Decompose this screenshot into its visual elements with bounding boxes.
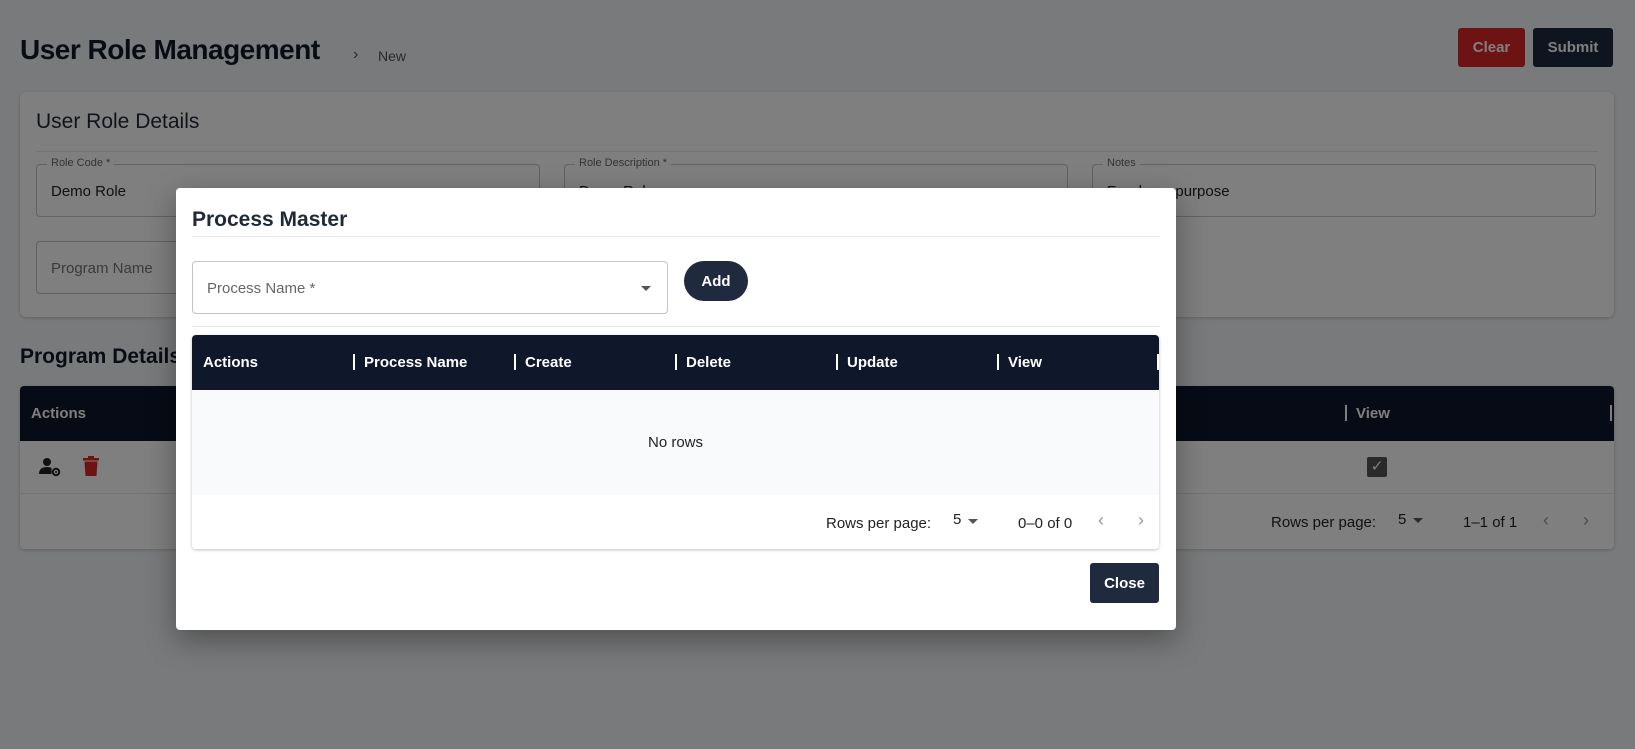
chevron-left-icon[interactable]: ‹	[1098, 510, 1104, 531]
process-name-select[interactable]: Process Name *	[192, 261, 668, 314]
column-separator[interactable]	[514, 354, 516, 370]
dialog-title: Process Master	[192, 208, 348, 231]
empty-state-text: No rows	[647, 434, 703, 451]
rows-per-page-select[interactable]: 5	[953, 511, 961, 528]
add-button[interactable]: Add	[684, 261, 748, 301]
close-button[interactable]: Close	[1090, 563, 1159, 603]
column-update[interactable]: Update	[847, 354, 898, 371]
column-separator[interactable]	[675, 354, 677, 370]
column-separator[interactable]	[353, 354, 355, 370]
process-master-dialog: Process Master Process Name * Add Action…	[176, 188, 1176, 630]
column-actions[interactable]: Actions	[203, 354, 258, 371]
caret-down-icon[interactable]	[641, 286, 651, 291]
caret-down-icon[interactable]	[968, 519, 978, 524]
process-name-placeholder: Process Name *	[207, 280, 316, 297]
grid-footer: Rows per page: 5 0–0 of 0 ‹ ›	[192, 495, 1159, 549]
chevron-right-icon[interactable]: ›	[1138, 510, 1144, 531]
column-view[interactable]: View	[1008, 354, 1042, 371]
divider	[192, 236, 1160, 237]
column-create[interactable]: Create	[525, 354, 572, 371]
process-grid: Actions Process Name Create Delete Updat…	[192, 335, 1159, 549]
column-separator[interactable]	[836, 354, 838, 370]
grid-header: Actions Process Name Create Delete Updat…	[192, 335, 1159, 390]
rows-per-page-label: Rows per page:	[826, 515, 932, 532]
column-process-name[interactable]: Process Name	[364, 354, 467, 371]
divider	[192, 326, 1160, 327]
column-separator[interactable]	[1157, 354, 1159, 370]
grid-body: No rows	[192, 390, 1159, 495]
column-delete[interactable]: Delete	[686, 354, 731, 371]
column-separator[interactable]	[997, 354, 999, 370]
pagination-range: 0–0 of 0	[1018, 515, 1073, 532]
